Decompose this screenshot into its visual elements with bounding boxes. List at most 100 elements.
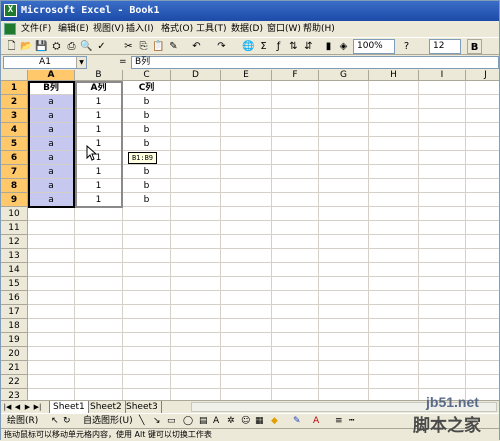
cell-f9[interactable]	[272, 193, 319, 207]
menu-view[interactable]: 视图(V)	[93, 21, 124, 37]
cell-f5[interactable]	[272, 137, 319, 151]
autosum-icon[interactable]: Σ	[256, 39, 271, 54]
cell-g10[interactable]	[319, 207, 369, 221]
cell-f3[interactable]	[272, 109, 319, 123]
first-sheet-icon[interactable]: |◀	[3, 402, 12, 412]
cell-e21[interactable]	[221, 361, 272, 375]
cell-e1[interactable]	[221, 81, 272, 95]
cell-g21[interactable]	[319, 361, 369, 375]
cell-g8[interactable]	[319, 179, 369, 193]
cell-d2[interactable]	[171, 95, 221, 109]
oval-icon[interactable]: ◯	[183, 415, 193, 428]
cell-h12[interactable]	[369, 235, 419, 249]
autoshapes-button[interactable]: 自选图形(U)	[83, 415, 133, 428]
cell-j1[interactable]	[466, 81, 499, 95]
cell-j13[interactable]	[466, 249, 499, 263]
cell-b19[interactable]	[75, 333, 123, 347]
column-header-a[interactable]: A	[28, 70, 75, 81]
row-header-23[interactable]: 23	[1, 389, 28, 400]
cell-d10[interactable]	[171, 207, 221, 221]
paste-icon[interactable]: 📋	[151, 39, 166, 54]
formula-input[interactable]: B列	[131, 56, 499, 69]
cell-b6[interactable]: 1	[75, 151, 123, 165]
row-header-17[interactable]: 17	[1, 305, 28, 319]
cell-d15[interactable]	[171, 277, 221, 291]
cell-g3[interactable]	[319, 109, 369, 123]
cell-d12[interactable]	[171, 235, 221, 249]
last-sheet-icon[interactable]: ▶|	[33, 402, 42, 412]
format-painter-icon[interactable]: ✎	[166, 39, 181, 54]
cell-h13[interactable]	[369, 249, 419, 263]
cell-h2[interactable]	[369, 95, 419, 109]
cell-j2[interactable]	[466, 95, 499, 109]
cell-d16[interactable]	[171, 291, 221, 305]
cell-g6[interactable]	[319, 151, 369, 165]
cell-f22[interactable]	[272, 375, 319, 389]
cell-j10[interactable]	[466, 207, 499, 221]
cell-i15[interactable]	[419, 277, 466, 291]
cell-g13[interactable]	[319, 249, 369, 263]
row-header-21[interactable]: 21	[1, 361, 28, 375]
cell-b5[interactable]: 1	[75, 137, 123, 151]
cell-g1[interactable]	[319, 81, 369, 95]
cell-d22[interactable]	[171, 375, 221, 389]
column-header-h[interactable]: H	[369, 70, 419, 81]
cell-e14[interactable]	[221, 263, 272, 277]
row-header-20[interactable]: 20	[1, 347, 28, 361]
column-header-d[interactable]: D	[171, 70, 221, 81]
cell-g23[interactable]	[319, 389, 369, 400]
cell-h3[interactable]	[369, 109, 419, 123]
cell-f1[interactable]	[272, 81, 319, 95]
cell-e20[interactable]	[221, 347, 272, 361]
cell-g15[interactable]	[319, 277, 369, 291]
fill-color-icon[interactable]: ◆	[271, 415, 278, 428]
cell-f8[interactable]	[272, 179, 319, 193]
cell-e11[interactable]	[221, 221, 272, 235]
draw-menu-button[interactable]: 绘图(R)	[7, 415, 38, 428]
cell-a10[interactable]	[28, 207, 75, 221]
cell-a7[interactable]: a	[28, 165, 75, 179]
cell-b23[interactable]	[75, 389, 123, 400]
cell-a21[interactable]	[28, 361, 75, 375]
cell-c20[interactable]	[123, 347, 171, 361]
cell-f15[interactable]	[272, 277, 319, 291]
cell-a18[interactable]	[28, 319, 75, 333]
cell-b15[interactable]	[75, 277, 123, 291]
cell-h22[interactable]	[369, 375, 419, 389]
cell-j21[interactable]	[466, 361, 499, 375]
cell-e18[interactable]	[221, 319, 272, 333]
next-sheet-icon[interactable]: ▶	[23, 402, 32, 412]
cell-h1[interactable]	[369, 81, 419, 95]
cell-c23[interactable]	[123, 389, 171, 400]
arrow-icon[interactable]: ↘	[153, 415, 161, 428]
column-header-j[interactable]: J	[466, 70, 499, 81]
menu-format[interactable]: 格式(O)	[161, 21, 193, 37]
row-header-6[interactable]: 6	[1, 151, 28, 165]
cell-h10[interactable]	[369, 207, 419, 221]
cell-g16[interactable]	[319, 291, 369, 305]
cell-d17[interactable]	[171, 305, 221, 319]
cell-e13[interactable]	[221, 249, 272, 263]
cell-i5[interactable]	[419, 137, 466, 151]
cell-b3[interactable]: 1	[75, 109, 123, 123]
cell-b4[interactable]: 1	[75, 123, 123, 137]
cell-b8[interactable]: 1	[75, 179, 123, 193]
menu-data[interactable]: 数据(D)	[231, 21, 263, 37]
row-header-13[interactable]: 13	[1, 249, 28, 263]
cell-j3[interactable]	[466, 109, 499, 123]
menu-tools[interactable]: 工具(T)	[196, 21, 227, 37]
cell-b17[interactable]	[75, 305, 123, 319]
copy-icon[interactable]: ⎘	[136, 39, 151, 54]
cell-c14[interactable]	[123, 263, 171, 277]
cell-f20[interactable]	[272, 347, 319, 361]
line-style-icon[interactable]: ≡	[335, 415, 343, 428]
cell-a15[interactable]	[28, 277, 75, 291]
cell-j12[interactable]	[466, 235, 499, 249]
cell-f10[interactable]	[272, 207, 319, 221]
cell-a12[interactable]	[28, 235, 75, 249]
cell-i2[interactable]	[419, 95, 466, 109]
cell-d8[interactable]	[171, 179, 221, 193]
cell-j8[interactable]	[466, 179, 499, 193]
cell-d5[interactable]	[171, 137, 221, 151]
cell-f19[interactable]	[272, 333, 319, 347]
